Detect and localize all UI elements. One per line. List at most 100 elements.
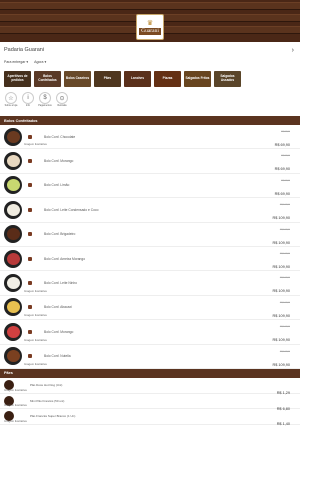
info-label: Pagamentos: [38, 104, 52, 107]
section-title: Bolos Confeitados: [4, 118, 38, 123]
product-image: [4, 322, 22, 341]
product-name: Bolo Conf. Brigadeiro: [44, 232, 76, 237]
product-price: R$ 109,90 R$ 109,90: [272, 277, 290, 297]
badge-icon: [28, 281, 32, 286]
product-price: R$ 109,90 R$ 109,90: [272, 204, 290, 224]
product-name: Bolo Conf. Leite Ninho: [44, 281, 77, 286]
category-label: Lanches: [131, 76, 144, 81]
cake-image: [6, 301, 20, 314]
info-button[interactable]: i Info: [21, 92, 35, 113]
current-price: R$ 109,90: [272, 264, 290, 269]
category-card[interactable]: Salgados Assados: [214, 71, 241, 87]
category-card[interactable]: Pizzas: [154, 71, 181, 87]
cake-image: [6, 325, 20, 338]
product-price: R$ 69,90 R$ 69,90: [275, 155, 290, 175]
info-label: Retirada: [57, 104, 67, 107]
old-price: R$ 109,90: [279, 277, 290, 280]
product-price: R$ 109,90 R$ 109,90: [272, 326, 290, 346]
product-note: Imagem ilustrativa: [24, 288, 47, 293]
product-name: Bolo Conf. Nutella: [44, 354, 71, 359]
category-card[interactable]: Bolos Confeitados: [34, 71, 61, 87]
cake-image: [6, 350, 20, 363]
bread-list: Pão Doce Hot Dog (Uni) R$ 1,29 Imagem ilus…: [0, 378, 300, 426]
product-image: [4, 249, 22, 268]
store-info-icons: ☆ Sobre a loja i Info $ Pagamentos ⊙ Retirada: [0, 89, 300, 116]
product-row[interactable]: Bolo Conf. Brigadeiro R$ 109,90 R$ 109,90: [0, 223, 300, 247]
product-price: R$ 109,90 R$ 109,90: [272, 302, 290, 322]
current-price: R$ 109,90: [272, 362, 290, 367]
order-options: Para entregar ▾ Agora ▾: [0, 57, 300, 67]
product-name: Bolo Conf. Leite Condensado e Coco: [44, 207, 99, 212]
product-price: R$ 109,90 R$ 109,90: [272, 229, 290, 249]
product-row[interactable]: Bolo Conf. Leite Condensado e Coco R$ 109…: [0, 198, 300, 224]
product-row[interactable]: Bolo Conf. Morango R$ 69,90 R$ 69,90: [0, 149, 300, 175]
old-price: R$ 109,90: [279, 204, 290, 207]
category-card[interactable]: Bolos Caseiros: [64, 71, 91, 87]
product-name: Bolo Conf. Abacaxi: [44, 305, 72, 310]
product-price: R$ 109,90 R$ 109,90: [272, 351, 290, 371]
old-price: R$ 109,90: [279, 228, 290, 231]
product-note: Imagem ilustrativa: [24, 337, 47, 342]
product-name: Bolo Conf. Ameixa Morango: [44, 256, 86, 261]
cake-image: [6, 155, 20, 168]
current-price: R$ 109,90: [272, 289, 290, 294]
chevron-right-icon[interactable]: ›: [292, 47, 294, 54]
info-button[interactable]: ☆ Sobre a loja: [4, 92, 18, 113]
category-card[interactable]: Aperitivos de pedidos: [4, 71, 31, 87]
product-row[interactable]: Bolo Conf. Morango R$ 109,90 R$ 109,90 Imag…: [0, 320, 300, 346]
category-label: Salgados Fritos: [185, 76, 210, 81]
product-row[interactable]: Mini Pão Francês (50 uni) R$ 6,80 Imagem i…: [0, 394, 300, 411]
current-price: R$ 69,90: [274, 143, 290, 147]
current-price: R$ 109,90: [272, 240, 290, 245]
product-image: [4, 127, 22, 146]
product-price: R$ 69,90 R$ 69,90: [275, 131, 290, 151]
category-label: Aperitivos de pedidos: [7, 74, 28, 82]
product-row[interactable]: Bolo Conf. Nutella R$ 109,90 R$ 109,90 Imag…: [0, 345, 300, 369]
badge-icon: [28, 232, 32, 237]
store-logo[interactable]: ♛ Guarani: [136, 14, 164, 40]
info-icon: i: [22, 92, 34, 104]
product-price: R$ 109,90 R$ 109,90: [272, 253, 290, 273]
info-button[interactable]: $ Pagamentos: [38, 92, 52, 113]
info-button[interactable]: ⊙ Retirada: [55, 92, 69, 113]
info-icon: $: [39, 92, 51, 104]
product-row[interactable]: Pão Doce Hot Dog (Uni) R$ 1,29 Imagem ilus…: [0, 378, 300, 395]
old-price: R$ 69,90: [281, 155, 290, 158]
current-price: R$ 109,90: [272, 313, 290, 318]
product-row[interactable]: Bolo Conf. Abacaxi R$ 109,90 R$ 109,90 Imag…: [0, 296, 300, 322]
badge-icon: [28, 256, 32, 261]
old-price: R$ 69,90: [281, 131, 290, 133]
store-header[interactable]: Padaria Guarani ›: [0, 43, 300, 57]
product-list: Bolo Conf. Chocolate R$ 69,90 R$ 69,90 Imag…: [0, 125, 300, 369]
product-row[interactable]: Pão Francês Super Branco (1 Un) R$ 1,40 Im…: [0, 409, 300, 426]
current-price: R$ 109,90: [272, 338, 290, 343]
product-row[interactable]: Bolo Conf. Ameixa Morango R$ 109,90 R$ 109…: [0, 247, 300, 273]
badge-icon: [28, 305, 32, 310]
product-row[interactable]: Bolo Conf. Leite Ninho R$ 109,90 R$ 109,90…: [0, 271, 300, 297]
product-row[interactable]: Bolo Conf. Limão R$ 69,90 R$ 69,90: [0, 174, 300, 199]
badge-icon: [28, 159, 32, 164]
cake-image: [6, 228, 20, 241]
section-title: Pães: [4, 371, 13, 376]
category-card[interactable]: Salgados Fritos: [184, 71, 211, 87]
info-label: Info: [26, 104, 30, 107]
old-price: R$ 109,90: [279, 252, 290, 255]
category-label: Pães: [103, 76, 112, 81]
product-note: Imagem ilustrativa: [24, 313, 47, 318]
product-note: Imagem ilustrativa: [4, 387, 27, 392]
delivery-select[interactable]: Para entregar ▾: [4, 60, 28, 64]
product-name: Bolo Conf. Limão: [44, 183, 70, 188]
product-name: Pão Francês Super Branco (1 Un): [30, 414, 76, 419]
current-price: R$ 69,90: [274, 191, 290, 196]
product-name: Bolo Conf. Chocolate: [44, 134, 76, 139]
schedule-select[interactable]: Agora ▾: [34, 60, 46, 64]
category-card[interactable]: Pães: [94, 71, 121, 87]
product-image: [4, 347, 22, 366]
crown-icon: ♛: [146, 19, 154, 27]
product-note: Imagem ilustrativa: [24, 142, 47, 147]
cake-image: [6, 203, 20, 216]
current-price: R$ 109,90: [272, 216, 290, 221]
product-note: Imagem ilustrativa: [4, 418, 27, 423]
category-card[interactable]: Lanches: [124, 71, 151, 87]
product-row[interactable]: Bolo Conf. Chocolate R$ 69,90 R$ 69,90 Imag…: [0, 125, 300, 151]
